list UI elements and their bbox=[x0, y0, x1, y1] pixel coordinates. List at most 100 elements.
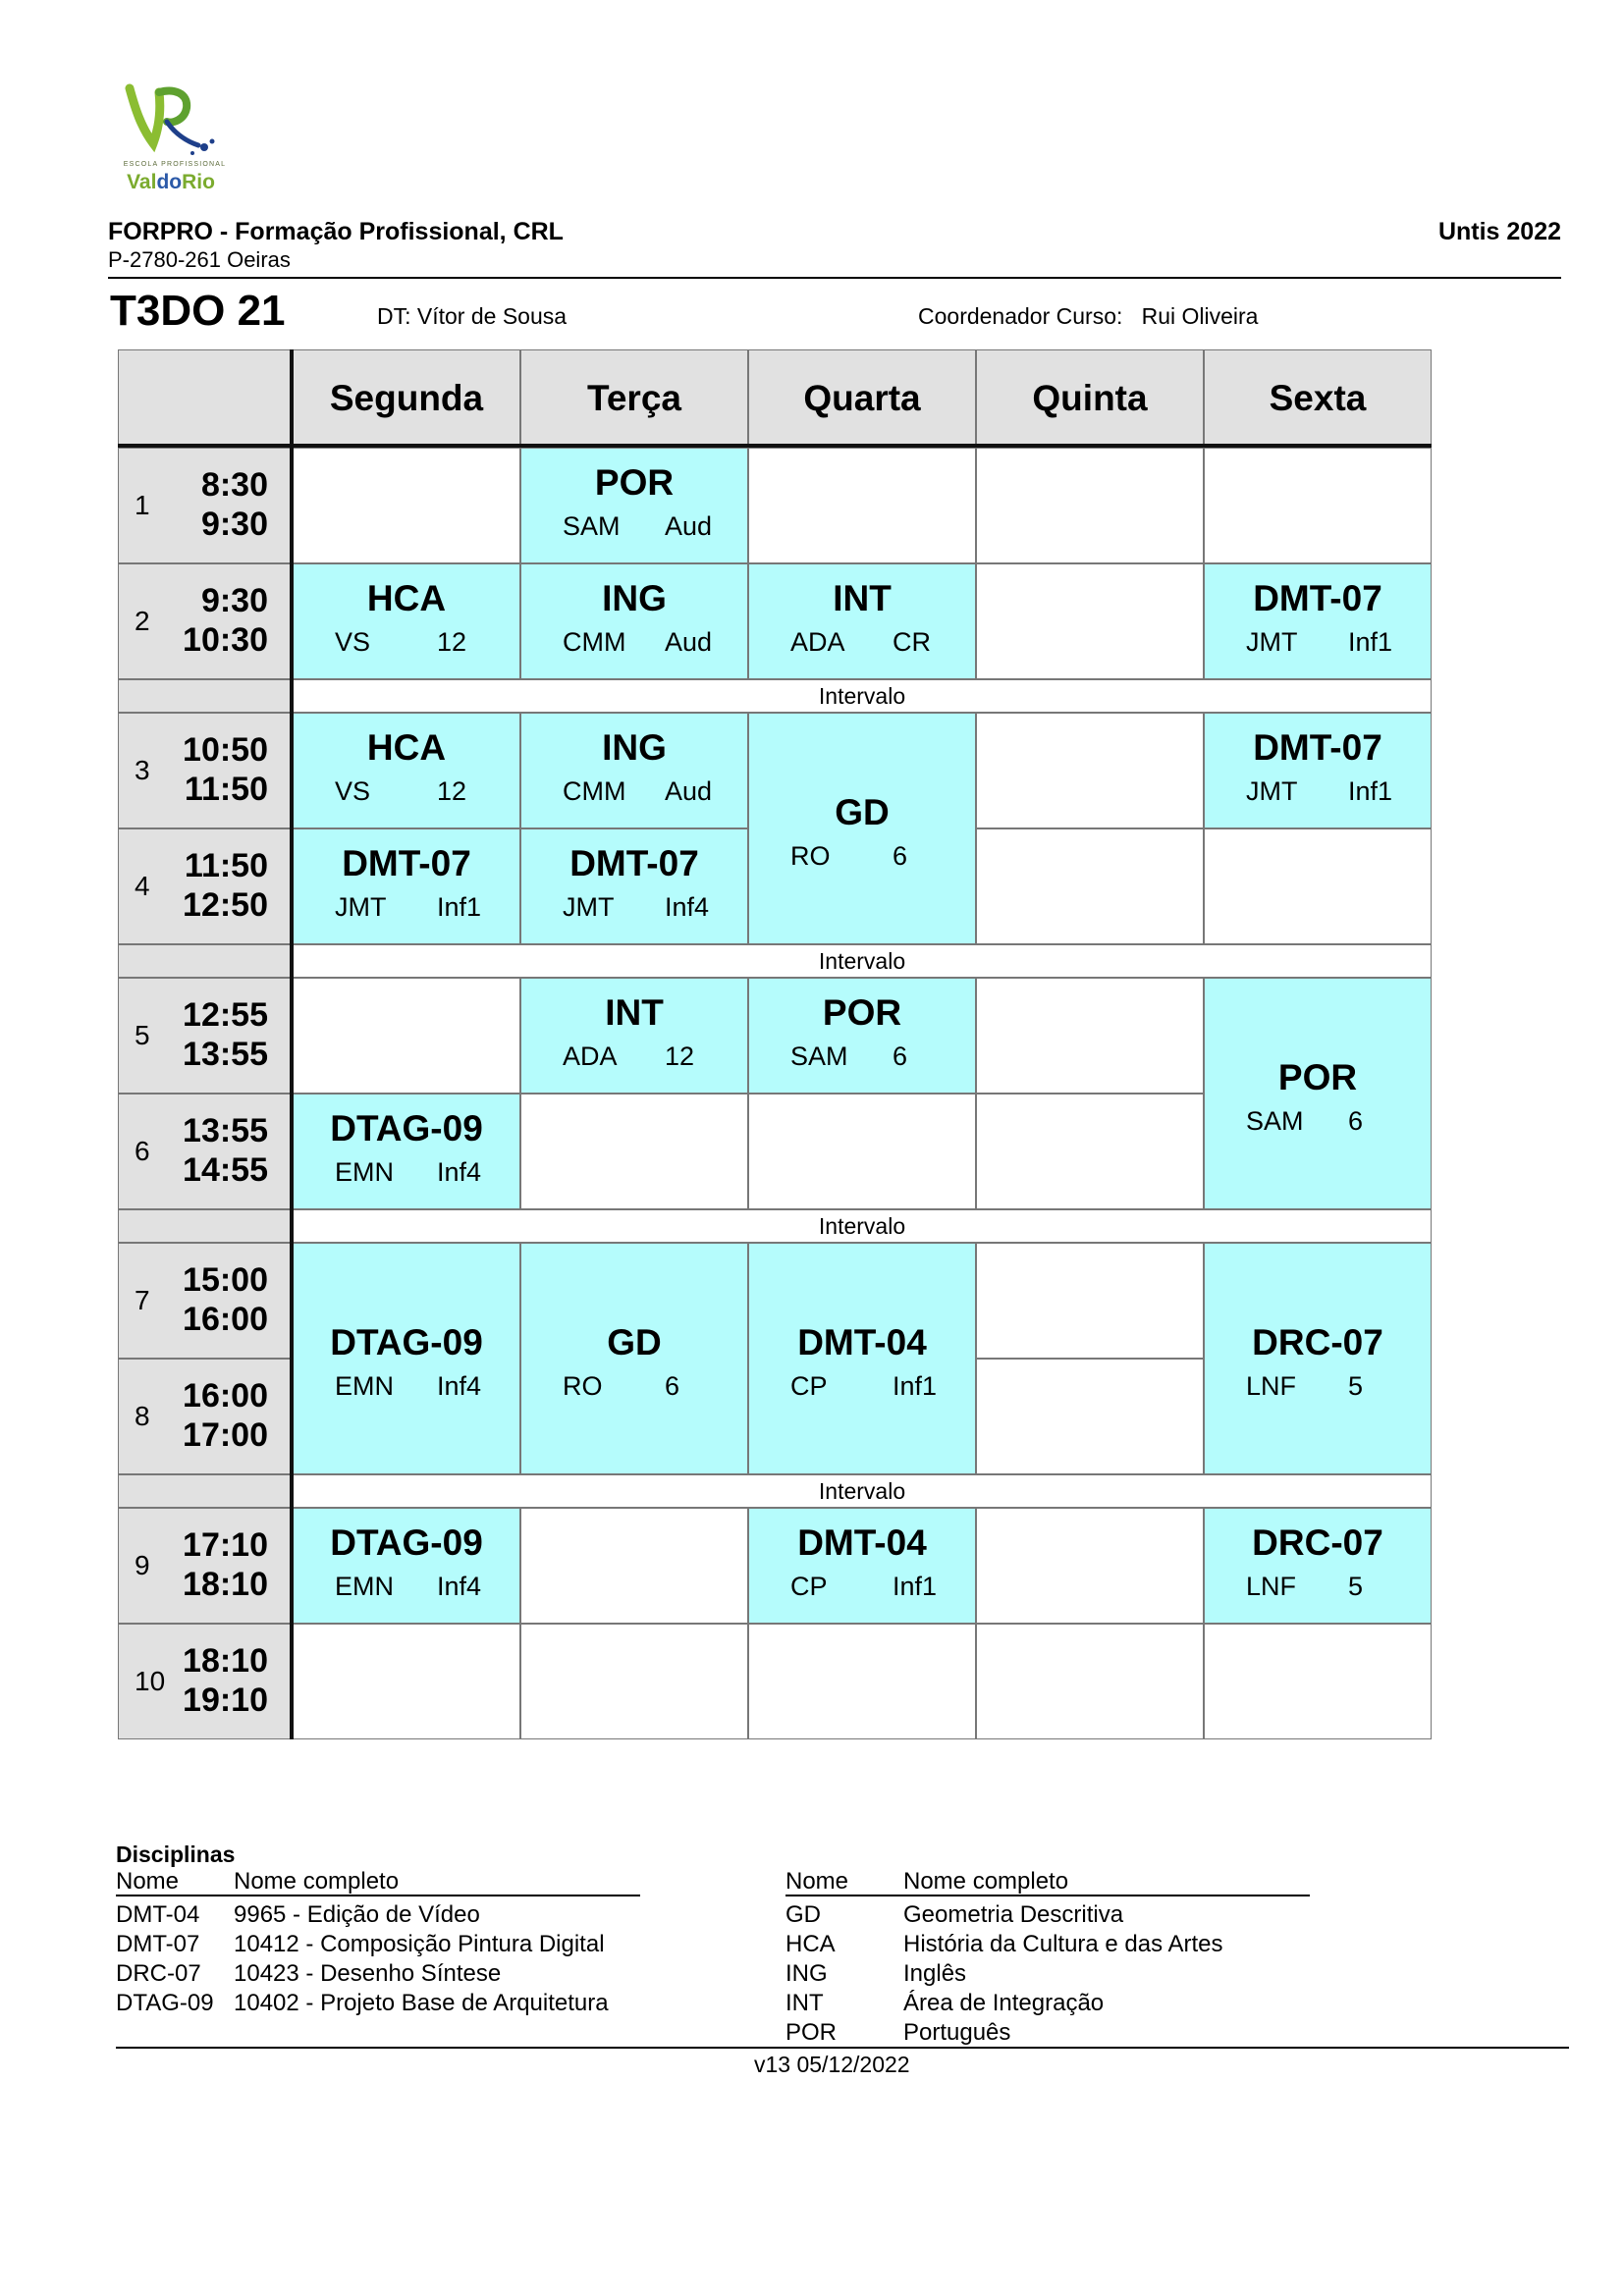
lesson-cell[interactable]: DRC-07 LNF 5 bbox=[1204, 1243, 1432, 1474]
lesson-cell[interactable]: INT ADA CR bbox=[748, 563, 976, 679]
legend-code: HCA bbox=[785, 1931, 836, 1957]
lesson-cell[interactable]: HCA VS 12 bbox=[293, 563, 520, 679]
period-header-1: 1 8:30 9:30 bbox=[118, 448, 293, 563]
legend-code: DMT-04 bbox=[116, 1901, 200, 1928]
day-header-quarta: Quarta bbox=[748, 349, 976, 448]
lesson-cell[interactable]: POR SAM Aud bbox=[520, 448, 748, 563]
break-row: Intervalo bbox=[293, 679, 1432, 713]
period-start: 15:00 bbox=[183, 1261, 268, 1299]
lesson-cell[interactable]: INT ADA 12 bbox=[520, 978, 748, 1094]
lesson-cell[interactable]: POR SAM 6 bbox=[748, 978, 976, 1094]
empty-slot bbox=[748, 1624, 976, 1739]
period-end: 17:00 bbox=[183, 1416, 268, 1454]
period-start: 13:55 bbox=[183, 1112, 268, 1149]
lesson-cell[interactable]: POR SAM 6 bbox=[1204, 978, 1432, 1209]
lesson-subject: DMT-04 bbox=[797, 1322, 927, 1362]
lesson-cell[interactable]: DMT-07 JMT Inf1 bbox=[1204, 563, 1432, 679]
lesson-teacher: ADA bbox=[563, 1041, 618, 1071]
lesson-cell[interactable]: GD RO 6 bbox=[520, 1243, 748, 1474]
lesson-teacher: CP bbox=[790, 1371, 828, 1401]
lesson-subject: GD bbox=[835, 792, 890, 832]
lesson-cell[interactable]: ING CMM Aud bbox=[520, 713, 748, 828]
legend-code: INT bbox=[785, 1990, 824, 2016]
school-logo: ESCOLA PROFISSIONAL ValdoRio bbox=[116, 80, 234, 208]
dt-name: Vítor de Sousa bbox=[416, 303, 568, 329]
period-end: 16:00 bbox=[183, 1301, 268, 1338]
break-row: Intervalo bbox=[293, 1209, 1432, 1243]
lesson-cell[interactable]: DRC-07 LNF 5 bbox=[1204, 1508, 1432, 1624]
legend-code: POR bbox=[785, 2019, 838, 2046]
lesson-cell[interactable]: ING CMM Aud bbox=[520, 563, 748, 679]
logo-wordmark: ValdoRio bbox=[127, 171, 215, 193]
period-header-8: 8 16:00 17:00 bbox=[118, 1359, 293, 1474]
empty-slot bbox=[748, 1094, 976, 1209]
lesson-room: 12 bbox=[437, 776, 467, 806]
lesson-subject: DMT-07 bbox=[569, 843, 699, 883]
period-start: 10:50 bbox=[183, 731, 268, 769]
period-start: 12:55 bbox=[183, 996, 268, 1034]
legend-code: DRC-07 bbox=[116, 1960, 201, 1987]
lesson-cell[interactable]: DMT-07 JMT Inf1 bbox=[293, 828, 520, 944]
lesson-room: 5 bbox=[1348, 1572, 1364, 1601]
break-row-header bbox=[118, 944, 293, 978]
lesson-room: Inf1 bbox=[1348, 627, 1393, 657]
lesson-cell[interactable]: HCA VS 12 bbox=[293, 713, 520, 828]
version-stamp: v13 05/12/2022 bbox=[754, 2052, 910, 2077]
legend-left-rule bbox=[116, 1895, 640, 1896]
period-number: 5 bbox=[135, 1020, 150, 1050]
lesson-teacher: CMM bbox=[563, 776, 626, 806]
period-number: 4 bbox=[135, 871, 150, 901]
lesson-room: Inf4 bbox=[665, 892, 710, 922]
lesson-cell[interactable]: GD RO 6 bbox=[748, 713, 976, 944]
lesson-subject: HCA bbox=[366, 727, 447, 768]
empty-slot bbox=[976, 1624, 1204, 1739]
organization-name: FORPRO - Formação Profissional, CRL bbox=[108, 218, 564, 245]
lesson-teacher: VS bbox=[335, 627, 371, 657]
dt-label: DT: bbox=[377, 303, 411, 329]
lesson-cell[interactable]: DTAG-09 EMN Inf4 bbox=[293, 1508, 520, 1624]
empty-slot bbox=[1204, 1624, 1432, 1739]
lesson-room: Inf1 bbox=[893, 1572, 938, 1601]
lesson-cell[interactable]: DMT-07 JMT Inf4 bbox=[520, 828, 748, 944]
lesson-room: 12 bbox=[437, 627, 467, 657]
lesson-cell[interactable]: DTAG-09 EMN Inf4 bbox=[293, 1094, 520, 1209]
lesson-room: Aud bbox=[665, 776, 713, 806]
empty-slot bbox=[976, 1243, 1204, 1359]
period-times: 15:00 16:00 bbox=[183, 1260, 268, 1339]
period-header-6: 6 13:55 14:55 bbox=[118, 1094, 293, 1209]
break-row: Intervalo bbox=[293, 944, 1432, 978]
period-end: 12:50 bbox=[183, 886, 268, 924]
lesson-subject: ING bbox=[602, 578, 667, 618]
empty-slot bbox=[1204, 448, 1432, 563]
legend-full-name: 9965 - Edição de Vídeo bbox=[234, 1901, 480, 1928]
empty-slot bbox=[293, 978, 520, 1094]
lesson-teacher: VS bbox=[335, 776, 371, 806]
period-start: 16:00 bbox=[183, 1377, 268, 1415]
period-header-4: 4 11:50 12:50 bbox=[118, 828, 293, 944]
empty-slot bbox=[976, 828, 1204, 944]
day-header-sexta: Sexta bbox=[1204, 349, 1432, 448]
period-times: 18:10 19:10 bbox=[183, 1641, 268, 1720]
lesson-subject: DMT-07 bbox=[1253, 578, 1382, 618]
period-number: 1 bbox=[135, 490, 150, 520]
lesson-cell[interactable]: DMT-04 CP Inf1 bbox=[748, 1508, 976, 1624]
legend-right-rule bbox=[785, 1895, 1310, 1896]
period-start: 11:50 bbox=[184, 847, 268, 884]
lesson-cell[interactable]: DTAG-09 EMN Inf4 bbox=[293, 1243, 520, 1474]
dt-info: DT: Vítor de Sousa bbox=[377, 303, 567, 330]
lesson-cell[interactable]: DMT-04 CP Inf1 bbox=[748, 1243, 976, 1474]
empty-slot bbox=[976, 1094, 1204, 1209]
lesson-teacher: ADA bbox=[790, 627, 845, 657]
lesson-cell[interactable]: DMT-07 JMT Inf1 bbox=[1204, 713, 1432, 828]
lesson-room: Inf1 bbox=[893, 1371, 938, 1401]
legend-code: GD bbox=[785, 1901, 821, 1928]
legend-code: ING bbox=[785, 1960, 828, 1987]
lesson-teacher: RO bbox=[790, 841, 831, 871]
empty-slot bbox=[293, 1624, 520, 1739]
lesson-subject: DMT-04 bbox=[797, 1522, 927, 1563]
lesson-subject: DRC-07 bbox=[1252, 1322, 1383, 1362]
legend-full-name: Português bbox=[903, 2019, 1011, 2046]
day-header-segunda: Segunda bbox=[293, 349, 520, 448]
lesson-room: Aud bbox=[665, 511, 713, 541]
lesson-teacher: EMN bbox=[335, 1157, 394, 1187]
